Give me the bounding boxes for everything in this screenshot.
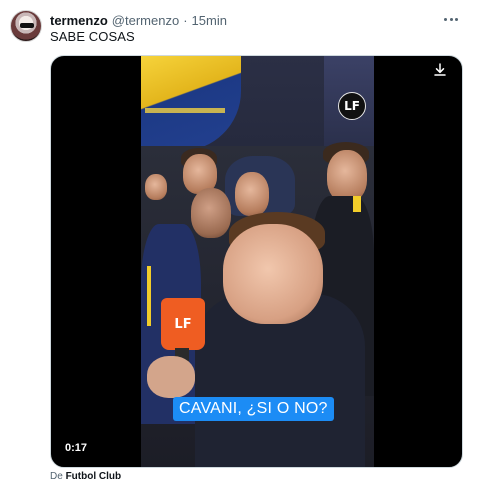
person-head [327, 150, 367, 202]
separator: · [183, 12, 188, 28]
download-icon[interactable] [432, 62, 448, 78]
lf-logo-icon: LF [338, 92, 366, 120]
source-prefix: De [50, 471, 63, 481]
jacket-stripe [147, 266, 151, 326]
user-handle[interactable]: @termenzo [112, 13, 179, 28]
video-player[interactable]: LF LF CAVANI, ¿SI O NO? 0:17 [50, 55, 463, 468]
video-frame[interactable]: LF LF CAVANI, ¿SI O NO? [141, 56, 374, 467]
tweet-text: SABE COSAS [50, 29, 135, 44]
person-head [145, 174, 167, 200]
timestamp[interactable]: 15min [192, 13, 227, 28]
video-duration: 0:17 [63, 441, 90, 455]
source-attribution: De Futbol Club [50, 471, 121, 481]
video-caption: CAVANI, ¿SI O NO? [173, 397, 334, 421]
source-link[interactable]: Futbol Club [66, 471, 122, 481]
tweet-header: termenzo @termenzo · 15min [50, 11, 457, 29]
boy-face [223, 224, 323, 324]
more-options-icon[interactable] [441, 10, 461, 28]
display-name[interactable]: termenzo [50, 13, 108, 28]
avatar[interactable] [10, 10, 42, 42]
microphone-icon: LF [161, 298, 205, 350]
hand-image [147, 356, 195, 398]
person-head [235, 172, 269, 216]
jacket-stripe [353, 196, 361, 212]
person-head [191, 188, 231, 238]
